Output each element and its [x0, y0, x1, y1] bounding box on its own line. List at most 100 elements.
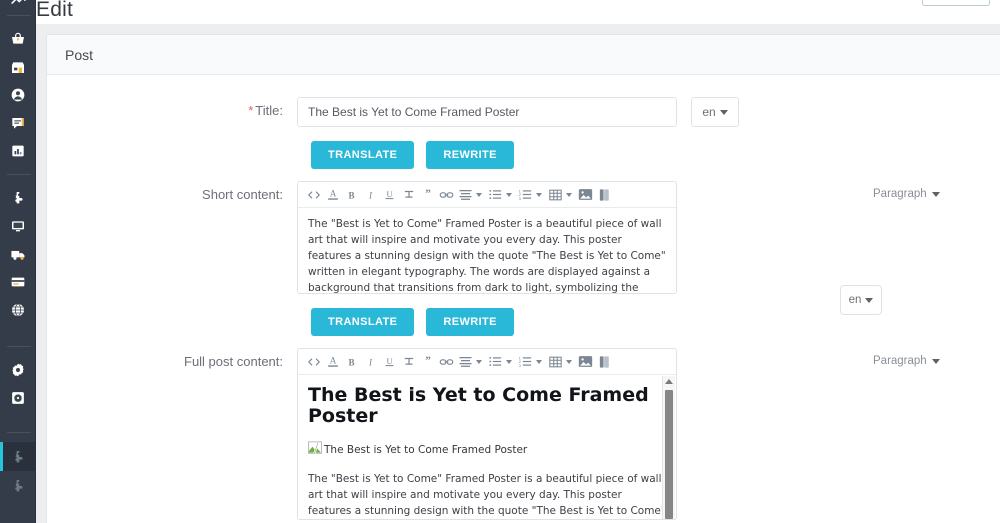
app-root: Edit Post *Title: en	[0, 0, 1000, 523]
sidebar-item-advanced-parameters[interactable]	[0, 384, 36, 412]
short-content-label: Short content:	[202, 187, 283, 202]
link-icon[interactable]	[437, 351, 456, 373]
sidebar-item-payment[interactable]	[0, 268, 36, 296]
sidebar-item-catalog[interactable]	[0, 53, 36, 81]
card-icon	[10, 274, 26, 290]
full-content-paragraph-dropdown[interactable]: Paragraph	[873, 355, 940, 367]
align-chevron-down-icon[interactable]	[476, 192, 482, 197]
short-content-language-select[interactable]: en	[840, 285, 882, 315]
numbered-list-chevron-down-icon[interactable]	[536, 359, 542, 364]
table-chevron-down-icon[interactable]	[566, 359, 572, 364]
bold-icon[interactable]: B	[342, 351, 361, 373]
svg-text:”: ”	[425, 355, 431, 367]
title-input[interactable]	[297, 97, 677, 127]
toolbar-action-button[interactable]	[922, 0, 990, 6]
underline-icon[interactable]: U	[380, 184, 399, 206]
title-label: * Title:	[47, 97, 297, 127]
short-content-form-row: Short content: A B I U ” 1 2 3 The "Best…	[47, 181, 882, 315]
truck-icon	[10, 246, 27, 263]
bold-icon[interactable]: B	[342, 184, 361, 206]
sidebar-item-shop-parameters[interactable]	[0, 356, 36, 384]
sidebar-divider	[7, 432, 31, 433]
blockquote-icon[interactable]: ”	[418, 184, 437, 206]
main-content: Edit Post *Title: en	[36, 0, 1000, 523]
full-content-image-alt: The Best is Yet to Come Framed Poster	[324, 444, 528, 457]
sidebar-item-customers[interactable]	[0, 81, 36, 109]
text-color-icon[interactable]: A	[323, 351, 342, 373]
full-content-scrollbar[interactable]	[662, 376, 675, 519]
store-icon	[10, 59, 26, 75]
short-content-paragraph-dropdown[interactable]: Paragraph	[873, 188, 940, 200]
full-content-editor[interactable]: A B I U ” 1 2 3 The Best is Yet to Come …	[297, 348, 677, 520]
full-content-form-row: Full post content: A B I U ” 1 2 3 The B…	[47, 348, 677, 520]
bullet-list-icon[interactable]	[486, 351, 505, 373]
numbered-list-icon[interactable]: 123	[516, 351, 535, 373]
post-panel: Post *Title: en TRANSLATE REWRITE	[46, 34, 1000, 523]
link-icon[interactable]	[437, 184, 456, 206]
title-form-row: *Title: en	[47, 97, 739, 127]
sidebar-item-stats[interactable]	[0, 137, 36, 165]
image-icon[interactable]	[576, 351, 595, 373]
italic-icon[interactable]: I	[361, 351, 380, 373]
bullet-list-icon[interactable]	[486, 184, 505, 206]
underline-icon[interactable]: U	[380, 351, 399, 373]
table-icon[interactable]	[546, 351, 565, 373]
page-title: Edit	[36, 0, 73, 22]
chevron-down-icon	[719, 109, 728, 115]
short-content-body[interactable]: The "Best is Yet to Come" Framed Poster …	[298, 208, 676, 293]
sidebar-item-design[interactable]	[0, 212, 36, 240]
source-code-icon[interactable]	[304, 351, 323, 373]
file-icon[interactable]	[595, 351, 614, 373]
text-color-icon[interactable]: A	[323, 184, 342, 206]
table-chevron-down-icon[interactable]	[566, 192, 572, 197]
chevron-down-icon	[931, 191, 940, 197]
table-icon[interactable]	[546, 184, 565, 206]
sidebar-item-modules[interactable]	[0, 184, 36, 212]
align-chevron-down-icon[interactable]	[476, 359, 482, 364]
italic-icon[interactable]: I	[361, 184, 380, 206]
chevron-down-icon	[931, 358, 940, 364]
short-content-actions: TRANSLATE REWRITE	[311, 308, 514, 336]
full-content-body[interactable]: The Best is Yet to Come Framed Poster Th…	[298, 375, 676, 519]
svg-text:”: ”	[425, 188, 431, 200]
sidebar-item-module[interactable]	[0, 471, 36, 500]
sidebar-item-customer-service[interactable]	[0, 109, 36, 137]
scrollbar-thumb[interactable]	[665, 390, 673, 519]
short-content-editor[interactable]: A B I U ” 1 2 3 The "Best is Yet to Come…	[297, 181, 677, 294]
title-rewrite-button[interactable]: REWRITE	[426, 141, 514, 169]
short-content-translate-button[interactable]: TRANSLATE	[311, 308, 415, 336]
source-code-icon[interactable]	[304, 184, 323, 206]
sidebar-item-trending[interactable]	[0, 0, 36, 6]
title-language-value: en	[702, 105, 716, 119]
puzzle-icon	[10, 478, 26, 494]
strikethrough-icon[interactable]	[399, 184, 418, 206]
globe-icon	[10, 302, 26, 318]
sidebar-item-ai-content-generator[interactable]	[0, 442, 36, 471]
person-circle-icon	[10, 87, 26, 103]
short-content-rewrite-button[interactable]: REWRITE	[426, 308, 514, 336]
sidebar-item-orders[interactable]	[0, 25, 36, 53]
panel-title: Post	[65, 46, 94, 63]
puzzle-icon	[10, 190, 26, 206]
file-icon[interactable]	[595, 184, 614, 206]
align-icon[interactable]	[456, 351, 475, 373]
numbered-list-chevron-down-icon[interactable]	[536, 192, 542, 197]
sidebar-item-international[interactable]	[0, 296, 36, 324]
bullet-list-chevron-down-icon[interactable]	[506, 359, 512, 364]
sidebar-divider	[7, 174, 31, 175]
numbered-list-icon[interactable]: 123	[516, 184, 535, 206]
image-icon[interactable]	[576, 184, 595, 206]
svg-text:I: I	[368, 190, 373, 200]
strikethrough-icon[interactable]	[399, 351, 418, 373]
required-marker: *	[248, 103, 254, 118]
title-language-select[interactable]: en	[691, 97, 739, 127]
sidebar-item-shipping[interactable]	[0, 240, 36, 268]
bullet-list-chevron-down-icon[interactable]	[506, 192, 512, 197]
title-translate-button[interactable]: TRANSLATE	[311, 141, 415, 169]
align-icon[interactable]	[456, 184, 475, 206]
full-content-paragraph: The "Best is Yet to Come" Framed Poster …	[308, 472, 666, 517]
bar-chart-icon	[10, 143, 26, 159]
scroll-up-arrow-icon[interactable]	[665, 379, 673, 384]
blockquote-icon[interactable]: ”	[418, 351, 437, 373]
title-label-text: Title:	[255, 103, 283, 118]
